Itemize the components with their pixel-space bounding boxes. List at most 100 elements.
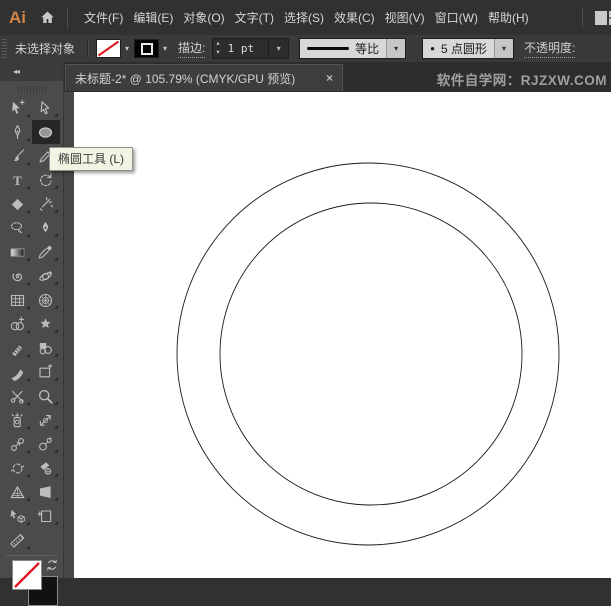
shape-group-tool[interactable] bbox=[32, 336, 60, 360]
rotate-icon bbox=[37, 172, 54, 189]
symbol-scruncher-icon bbox=[9, 436, 26, 453]
symbol-spinner-tool[interactable] bbox=[4, 456, 32, 480]
slice-tool[interactable] bbox=[32, 360, 60, 384]
stroke-chevron-icon[interactable]: ▾ bbox=[163, 44, 167, 53]
brush-dot-icon: ● bbox=[430, 43, 436, 53]
inner-circle[interactable] bbox=[219, 202, 523, 506]
scissors-tool[interactable] bbox=[4, 384, 32, 408]
twirl-tool[interactable] bbox=[4, 264, 32, 288]
blend-icon bbox=[9, 340, 26, 357]
tool-tooltip: 椭圆工具 (L) bbox=[49, 147, 134, 171]
selection-icon bbox=[9, 99, 26, 117]
menu-item-4[interactable]: 选择(S) bbox=[279, 9, 329, 26]
menu-item-2[interactable]: 对象(O) bbox=[178, 9, 229, 26]
stroke-weight-value[interactable]: 1 pt bbox=[223, 39, 269, 58]
profile-label: 等比 bbox=[355, 42, 380, 56]
blend-tool[interactable] bbox=[4, 336, 32, 360]
menu-item-0[interactable]: 文件(F) bbox=[79, 9, 128, 26]
width-profile-dropdown[interactable]: 等比 ▾ bbox=[299, 38, 407, 59]
menu-item-5[interactable]: 效果(C) bbox=[329, 9, 380, 26]
direct-selection-tool[interactable] bbox=[32, 96, 60, 120]
tab-close-icon[interactable]: × bbox=[326, 71, 333, 85]
stroke-indicator-icon bbox=[140, 42, 153, 55]
canvas-area bbox=[64, 92, 611, 578]
fill-chevron-icon[interactable]: ▾ bbox=[125, 44, 129, 53]
brush-label: 5 点圆形 bbox=[441, 42, 488, 56]
symbol-orbit-tool[interactable] bbox=[32, 264, 60, 288]
panel-collapse-icon[interactable]: ◂◂ bbox=[0, 62, 63, 81]
menu-item-8[interactable]: 帮助(H) bbox=[483, 9, 534, 26]
menu-separator bbox=[67, 7, 68, 28]
measure-icon bbox=[9, 532, 26, 549]
control-separator bbox=[87, 39, 89, 58]
arrange-documents-icon[interactable] bbox=[594, 10, 611, 26]
symbol-orbit-icon bbox=[37, 268, 54, 285]
outer-circle[interactable] bbox=[176, 162, 560, 546]
symbol-sprayer-tool[interactable] bbox=[4, 408, 32, 432]
stroke-weight-label[interactable]: 描边: bbox=[178, 39, 206, 58]
pen-tool[interactable] bbox=[4, 120, 32, 144]
magic-wand-tool[interactable] bbox=[32, 192, 60, 216]
shape-builder-tool[interactable] bbox=[4, 312, 32, 336]
curvature-tool[interactable] bbox=[32, 216, 60, 240]
artboard[interactable] bbox=[74, 92, 611, 578]
magic-wand-icon bbox=[37, 196, 54, 213]
panel-grip[interactable] bbox=[2, 39, 7, 58]
symbol-stainer-tool[interactable] bbox=[32, 456, 60, 480]
brush-chevron-icon[interactable]: ▾ bbox=[494, 39, 514, 58]
menu-item-6[interactable]: 视图(V) bbox=[380, 9, 430, 26]
lasso-tool[interactable] bbox=[4, 216, 32, 240]
control-bar: 未选择对象 ▾ ▾ 描边: ▴ ▾ 1 pt ▾ 等比 ▾ ● 5 点圆形 ▾ … bbox=[0, 35, 611, 63]
polar-grid-tool[interactable] bbox=[32, 288, 60, 312]
zoom-tool[interactable] bbox=[32, 384, 60, 408]
symbol-sprayer-icon bbox=[9, 412, 26, 429]
eyedropper-tool[interactable] bbox=[32, 240, 60, 264]
symbol-scruncher-tool[interactable] bbox=[4, 432, 32, 456]
menu-item-3[interactable]: 文字(T) bbox=[230, 9, 279, 26]
ellipse-tool[interactable] bbox=[31, 120, 60, 144]
perspective-selection-tool[interactable] bbox=[32, 480, 60, 504]
stepper-arrows[interactable]: ▴ ▾ bbox=[213, 39, 222, 58]
opacity-label[interactable]: 不透明度: bbox=[524, 39, 576, 58]
eraser-tool[interactable] bbox=[4, 192, 32, 216]
home-icon[interactable] bbox=[39, 9, 56, 26]
eraser-icon bbox=[9, 196, 26, 213]
stroke-weight-stepper[interactable]: ▴ ▾ 1 pt ▾ bbox=[212, 38, 290, 59]
perspective-grid-tool[interactable] bbox=[4, 480, 32, 504]
free-transform-tool[interactable] bbox=[4, 504, 32, 528]
knife-tool[interactable] bbox=[4, 360, 32, 384]
menu-item-7[interactable]: 窗口(W) bbox=[430, 9, 483, 26]
measure-tool[interactable] bbox=[4, 528, 32, 552]
symbol-shifter-tool[interactable] bbox=[32, 408, 60, 432]
menu-item-1[interactable]: 编辑(E) bbox=[128, 9, 178, 26]
rect-grid-tool[interactable] bbox=[4, 288, 32, 312]
stepper-down-icon[interactable]: ▾ bbox=[216, 49, 219, 57]
zoom-icon bbox=[37, 388, 54, 405]
puppet-warp-tool[interactable] bbox=[32, 312, 60, 336]
swap-fill-stroke-icon[interactable] bbox=[45, 558, 59, 577]
scissors-icon bbox=[9, 388, 26, 405]
stroke-profile-preview bbox=[307, 46, 350, 51]
artboard-tool[interactable] bbox=[32, 504, 60, 528]
paintbrush-tool[interactable] bbox=[4, 144, 32, 168]
type-tool[interactable]: T bbox=[4, 168, 32, 192]
symbol-sizer-tool[interactable] bbox=[32, 432, 60, 456]
empty-tool-slot bbox=[32, 528, 60, 552]
stroke-color-swatch[interactable] bbox=[134, 39, 160, 58]
brush-dropdown[interactable]: ● 5 点圆形 ▾ bbox=[422, 38, 515, 59]
profile-chevron-icon[interactable]: ▾ bbox=[386, 39, 406, 58]
document-tab[interactable]: 未标题-2* @ 105.79% (CMYK/GPU 预览) × bbox=[65, 64, 343, 91]
fill-proxy-swatch[interactable] bbox=[12, 560, 42, 590]
stepper-up-icon[interactable]: ▴ bbox=[216, 40, 219, 48]
rotate-tool[interactable] bbox=[32, 168, 60, 192]
fill-color-swatch[interactable] bbox=[96, 39, 122, 58]
panel-drag-grip[interactable] bbox=[0, 81, 63, 96]
rect-grid-icon bbox=[9, 292, 26, 309]
selection-tool[interactable] bbox=[4, 96, 32, 120]
artwork-circles bbox=[176, 162, 560, 546]
perspective-selection-icon bbox=[37, 484, 54, 501]
menu-bar: Ai 文件(F) 编辑(E) 对象(O) 文字(T) 选择(S) 效果(C) 视图(V) 窗口… bbox=[0, 0, 611, 36]
stroke-weight-dropdown-icon[interactable]: ▾ bbox=[268, 39, 288, 58]
gradient-tool[interactable] bbox=[4, 240, 32, 264]
document-tab-strip: 未标题-2* @ 105.79% (CMYK/GPU 预览) × 软件自学网：R… bbox=[64, 62, 611, 92]
